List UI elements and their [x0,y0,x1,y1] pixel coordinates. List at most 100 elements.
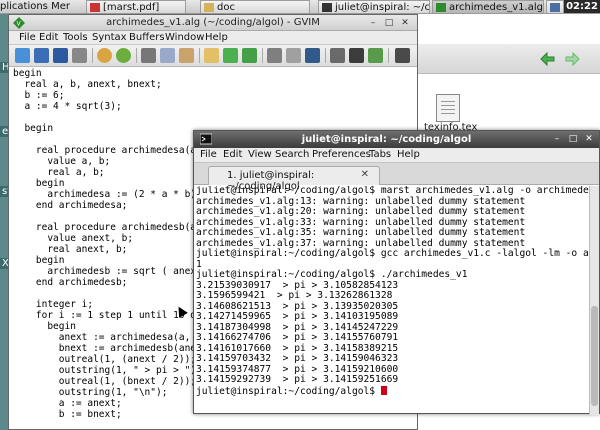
find-previous-icon[interactable] [242,48,257,63]
load-session-icon[interactable] [267,48,282,63]
save-all-icon[interactable] [53,48,68,63]
menu-buffers[interactable]: Buffers [129,31,165,45]
folder-icon [204,3,214,12]
menu-edit[interactable]: Edit [39,31,58,45]
terminal-line: juliet@inspiral:~/coding/algol$ marst ar… [196,186,589,196]
toolbar-divider [92,48,93,63]
toolbar-divider [136,48,137,63]
cut-icon[interactable] [141,48,156,63]
save-icon[interactable] [34,48,49,63]
terminal-line: 3.14166274706 > pi > 3.14155760791 [196,332,399,343]
terminal-line: 3.14159292739 > pi > 3.14159251669 [196,374,399,385]
pdf-icon [90,3,100,12]
taskbar-item-doc[interactable]: doc [200,0,310,13]
terminal-titlebar[interactable]: juliet@inspiral: ~/coding/algol – □ ✕ [194,131,599,148]
paste-icon[interactable] [179,48,194,63]
back-arrow-icon[interactable] [540,51,556,67]
toolbar-divider [199,48,200,63]
top-panel: plications Menu [marst.pdf] doc juliet@i… [0,0,600,14]
menu-file[interactable]: File [200,149,217,160]
tab-close-icon[interactable]: ✕ [361,169,369,180]
menu-tools[interactable]: Tools [63,31,88,45]
vim-icon [436,3,446,12]
terminal-line: 3.14271459965 > pi > 3.14103195089 [196,311,399,322]
terminal-line: 3.1596599421 > pi > 3.13262861328 [196,290,393,301]
close-icon[interactable]: ✕ [583,133,595,145]
menu-preferences[interactable]: Preferences [312,149,371,160]
minimize-icon[interactable]: – [551,133,563,145]
menu-search[interactable]: Search [275,149,309,160]
terminal-prompt-line: juliet@inspiral:~/coding/algol$ [196,385,587,397]
menu-tabs[interactable]: Tabs [369,149,391,160]
run-script-icon[interactable] [305,48,320,63]
copy-icon[interactable] [160,48,175,63]
document-icon[interactable] [436,94,460,122]
taskbar-item-marst-pdf[interactable]: [marst.pdf] [86,0,186,13]
terminal-icon [322,3,332,12]
taskbar-item-label: [marst.pdf] [103,2,160,13]
menu-edit[interactable]: Edit [223,149,242,160]
window-title: juliet@inspiral: ~/coding/algol [301,134,472,145]
menu-view[interactable]: View [248,149,272,160]
make-icon[interactable] [330,48,345,63]
code-line: a := 4 * sqrt(3); [13,101,122,112]
menu-file[interactable]: File [19,31,36,45]
forward-arrow-icon[interactable] [564,51,580,67]
terminal-icon [200,133,212,145]
code-line: real a, b, anext, bnext; [13,79,162,90]
redo-icon[interactable] [116,48,131,63]
terminal-line: archimedes_v1.alg:35: warning: unlabelle… [196,227,526,238]
menu-syntax[interactable]: Syntax [92,31,127,45]
taskbar-item-label: archimedes_v1.alg (... [449,2,543,13]
terminal-line: juliet@inspiral:~/coding/algol$ ./archim… [196,269,468,280]
open-icon[interactable] [15,48,30,63]
maximize-icon[interactable]: □ [383,17,395,29]
terminal-line: juliet@inspiral:~/coding/algol$ gcc arch… [196,248,589,259]
toolbar-divider [262,48,263,63]
applications-menu[interactable]: plications Menu [0,0,70,13]
tags-icon[interactable] [368,48,383,63]
code-line: begin [13,68,42,79]
taskbar-item-terminal[interactable]: juliet@inspiral: ~/codi... [318,0,430,13]
toolbar-divider [325,48,326,63]
toolbar-divider [388,48,389,63]
terminal-window: juliet@inspiral: ~/coding/algol – □ ✕ Fi… [193,130,600,415]
terminal-prompt: juliet@inspiral:~/coding/algol$ [196,385,381,397]
find-next-icon[interactable] [223,48,238,63]
file-manager-toolbar [418,44,600,74]
menu-window[interactable]: Window [165,31,204,45]
taskbar-item-label: juliet@inspiral: ~/codi... [335,2,430,13]
terminal-scrollbar[interactable] [589,186,599,415]
terminal-output[interactable]: juliet@inspiral:~/coding/algol$ marst ar… [194,186,589,415]
taskbar-item-label: doc [217,2,235,13]
code-line: b := 6; [13,90,65,101]
gvim-toolbar [9,45,417,67]
save-session-icon[interactable] [286,48,301,63]
clock: 02:22 [564,0,600,13]
gvim-menubar: File Edit Tools Syntax Buffers Window He… [9,31,417,45]
terminal-tab[interactable]: 1. juliet@inspiral: ~/coding/algol ✕ [208,166,380,192]
maximize-icon[interactable]: □ [567,133,579,145]
shell-icon[interactable] [349,48,364,63]
window-title: archimedes_v1.alg (~/coding/algol) - GVI… [106,17,320,28]
scrollbar-thumb[interactable] [591,306,598,406]
undo-icon[interactable] [97,48,112,63]
terminal-line: archimedes_v1.alg:20: warning: unlabelle… [196,206,526,217]
taskbar-item-gvim[interactable]: archimedes_v1.alg (... [432,0,544,13]
window-icon [550,3,560,12]
print-icon[interactable] [72,48,87,63]
terminal-line: 3.14159703432 > pi > 3.14159046323 [196,353,399,364]
gvim-titlebar[interactable]: V archimedes_v1.alg (~/coding/algol) - G… [9,15,417,31]
menu-help[interactable]: Help [397,149,420,160]
terminal-tabbar: 1. juliet@inspiral: ~/coding/algol ✕ [194,163,599,192]
help-icon[interactable] [395,48,410,63]
terminal-cursor [380,385,387,395]
terminal-menubar: File Edit View Search Preferences Tabs H… [194,148,599,163]
taskbar-item-extra[interactable] [546,0,564,13]
minimize-icon[interactable]: – [367,17,379,29]
close-icon[interactable]: ✕ [399,17,411,29]
menu-help[interactable]: Help [205,31,228,45]
find-replace-icon[interactable] [204,48,219,63]
vim-logo-icon: V [13,17,25,29]
